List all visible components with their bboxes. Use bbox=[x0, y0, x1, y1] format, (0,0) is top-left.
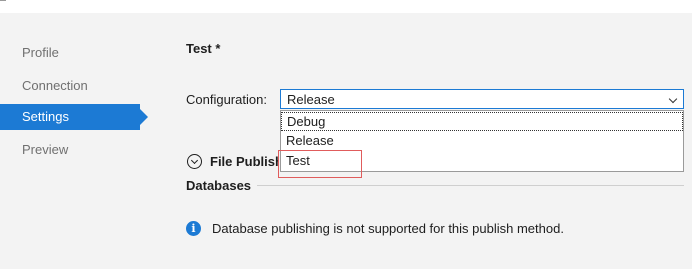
option-debug[interactable]: Debug bbox=[281, 112, 683, 131]
configuration-label: Configuration: bbox=[186, 92, 267, 107]
sidebar-item-connection[interactable]: Connection bbox=[0, 73, 140, 99]
sidebar-item-profile[interactable]: Profile bbox=[0, 40, 140, 66]
info-icon: i bbox=[186, 221, 201, 236]
section-divider bbox=[257, 185, 684, 186]
option-release[interactable]: Release bbox=[281, 132, 683, 151]
configuration-selected-value: Release bbox=[287, 92, 335, 107]
databases-section-label: Databases bbox=[186, 178, 252, 193]
annotation-highlight-box bbox=[278, 150, 362, 178]
chevron-down-circle-icon[interactable] bbox=[187, 154, 202, 169]
top-bar bbox=[0, 0, 692, 13]
info-message: Database publishing is not supported for… bbox=[212, 221, 564, 236]
chevron-down-icon bbox=[668, 94, 678, 104]
page-title: Test * bbox=[186, 41, 221, 56]
file-publish-options-label[interactable]: File Publish bbox=[210, 154, 278, 169]
sidebar-item-preview[interactable]: Preview bbox=[0, 137, 140, 163]
window-edge-icon bbox=[0, 0, 6, 5]
sidebar-item-settings[interactable]: Settings bbox=[0, 104, 148, 130]
configuration-select[interactable]: Release bbox=[280, 89, 684, 109]
